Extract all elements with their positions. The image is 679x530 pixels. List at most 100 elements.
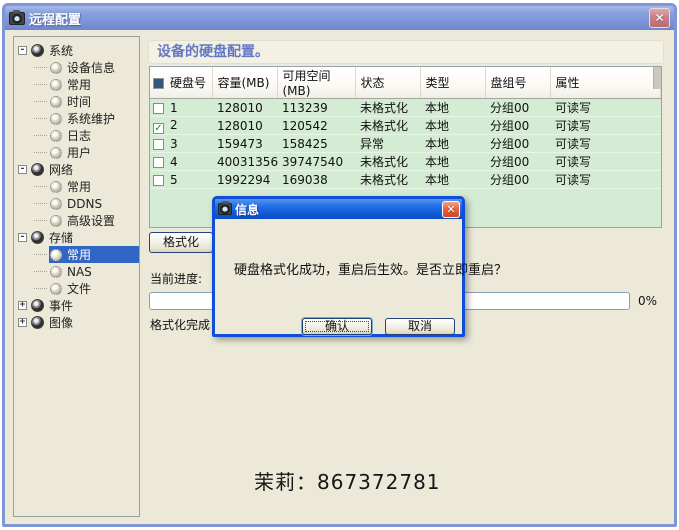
collapse-icon[interactable]: - xyxy=(18,165,27,174)
collapse-icon[interactable]: - xyxy=(18,233,27,242)
disk-row-3[interactable]: 3159473158425异常本地分组00可读写 xyxy=(150,135,661,153)
section-title: 设备的硬盘配置。 xyxy=(148,40,664,64)
tree-item-system[interactable]: - 系统 xyxy=(14,42,139,59)
disk-cell: 未格式化 xyxy=(355,117,420,135)
header-disk-group: 盘组号 xyxy=(485,67,550,99)
info-dialog: 信息 ✕ 硬盘格式化成功，重启后生效。是否立即重启？ 确认 取消 xyxy=(212,196,465,337)
tree-item-log[interactable]: 日志 xyxy=(14,127,139,144)
gear-icon xyxy=(50,181,62,193)
expand-icon[interactable]: + xyxy=(18,301,27,310)
disk-row-1[interactable]: 1128010113239未格式化本地分组00可读写 xyxy=(150,99,661,117)
header-capacity: 容量(MB) xyxy=(212,67,277,99)
tree-connector xyxy=(34,288,47,289)
disk-cell: 未格式化 xyxy=(355,153,420,171)
tree-item-user[interactable]: 用户 xyxy=(14,144,139,161)
collapse-icon[interactable]: - xyxy=(18,46,27,55)
disk-cell: 128010 xyxy=(212,99,277,117)
gear-icon xyxy=(50,113,62,125)
disk-checkbox[interactable] xyxy=(153,103,164,114)
tree-item-file[interactable]: 文件 xyxy=(14,280,139,297)
tree-connector xyxy=(34,84,47,85)
tree-item-storage[interactable]: - 存储 xyxy=(14,229,139,246)
disk-row-2[interactable]: ✓2128010120542未格式化本地分组00可读写 xyxy=(150,117,661,135)
gear-icon xyxy=(50,147,62,159)
tree-item-event[interactable]: +事件 xyxy=(14,297,139,314)
disk-cell: 159473 xyxy=(212,135,277,153)
tree-item-label: 高级设置 xyxy=(67,212,115,229)
format-status-text: 格式化完成 xyxy=(150,316,210,333)
disk-cell: 5 xyxy=(170,173,178,187)
tree-item-maintenance[interactable]: 系统维护 xyxy=(14,110,139,127)
tree-item-network[interactable]: - 网络 xyxy=(14,161,139,178)
table-header-row: 硬盘号 容量(MB) 可用空间(MB) 状态 类型 盘组号 属性 xyxy=(150,67,661,99)
tree-item-label: 文件 xyxy=(67,280,91,297)
disk-cell: 分组00 xyxy=(485,153,550,171)
category-lens-icon xyxy=(31,231,44,244)
select-all-checkbox[interactable] xyxy=(153,78,164,89)
disk-checkbox[interactable]: ✓ xyxy=(153,123,164,134)
disk-cell: 可读写 xyxy=(550,171,661,189)
tree-connector xyxy=(34,186,47,187)
dialog-titlebar[interactable]: 信息 ✕ xyxy=(215,199,462,219)
tree-item-label: 图像 xyxy=(49,314,73,331)
dialog-title: 信息 xyxy=(235,201,259,218)
tree-connector xyxy=(34,118,47,119)
gear-icon xyxy=(50,96,62,108)
header-disk-no: 硬盘号 xyxy=(150,67,212,99)
disk-checkbox[interactable] xyxy=(153,175,164,186)
disk-checkbox[interactable] xyxy=(153,139,164,150)
tree-item-system-common[interactable]: 常用 xyxy=(14,76,139,93)
tree-connector xyxy=(34,220,47,221)
tree-item-advanced[interactable]: 高级设置 xyxy=(14,212,139,229)
gear-icon xyxy=(50,249,62,261)
gear-icon xyxy=(50,198,62,210)
tree-item-label: 系统 xyxy=(49,42,73,59)
disk-cell: 1 xyxy=(170,101,178,115)
tree-item-ddns[interactable]: DDNS xyxy=(14,195,139,212)
progress-label: 当前进度: xyxy=(150,270,202,287)
tree-item-label: 常用 xyxy=(67,246,91,263)
disk-cell: 异常 xyxy=(355,135,420,153)
disk-cell: 分组00 xyxy=(485,117,550,135)
tree-item-time[interactable]: 时间 xyxy=(14,93,139,110)
tree-item-label: 网络 xyxy=(49,161,73,178)
expand-icon[interactable]: + xyxy=(18,318,27,327)
watermark-text: 茉莉：867372781 xyxy=(254,466,441,495)
table-header-corner xyxy=(653,67,661,89)
tree-item-storage-common[interactable]: 常用 xyxy=(14,246,139,263)
tree-item-label: 常用 xyxy=(67,76,91,93)
disk-cell: 本地 xyxy=(420,117,485,135)
cancel-button[interactable]: 取消 xyxy=(385,318,455,335)
disk-row-5[interactable]: 51992294169038未格式化本地分组00可读写 xyxy=(150,171,661,189)
dialog-message: 硬盘格式化成功，重启后生效。是否立即重启？ xyxy=(234,259,507,278)
tree-item-image[interactable]: + 图像 xyxy=(14,314,139,331)
disk-cell: 40031356 xyxy=(212,153,277,171)
tree-item-label: 用户 xyxy=(67,144,91,161)
window-titlebar[interactable]: 远程配置 ✕ xyxy=(5,6,674,30)
window-close-button[interactable]: ✕ xyxy=(649,8,670,28)
window-title: 远程配置 xyxy=(29,9,81,28)
tree-connector xyxy=(34,101,47,102)
tree-connector xyxy=(34,271,47,272)
confirm-button[interactable]: 确认 xyxy=(302,318,372,335)
camera-icon xyxy=(9,12,25,25)
category-lens-icon xyxy=(31,44,44,57)
format-button[interactable]: 格式化 xyxy=(149,232,213,253)
disk-cell: 3 xyxy=(170,137,178,151)
dialog-close-button[interactable]: ✕ xyxy=(442,201,460,218)
disk-cell: 分组00 xyxy=(485,135,550,153)
disk-cell: 169038 xyxy=(277,171,355,189)
disk-cell: 113239 xyxy=(277,99,355,117)
tree-item-nas[interactable]: NAS xyxy=(14,263,139,280)
disk-cell: 1992294 xyxy=(212,171,277,189)
tree-item-label: NAS xyxy=(67,265,92,279)
disk-row-4[interactable]: 44003135639747540未格式化本地分组00可读写 xyxy=(150,153,661,171)
tree-item-device-info[interactable]: 设备信息 xyxy=(14,59,139,76)
header-status: 状态 xyxy=(355,67,420,99)
tree-item-network-common[interactable]: 常用 xyxy=(14,178,139,195)
disk-cell: 128010 xyxy=(212,117,277,135)
category-lens-icon xyxy=(31,299,44,312)
tree-item-label: 存储 xyxy=(49,229,73,246)
disk-checkbox[interactable] xyxy=(153,157,164,168)
tree-connector xyxy=(34,254,47,255)
